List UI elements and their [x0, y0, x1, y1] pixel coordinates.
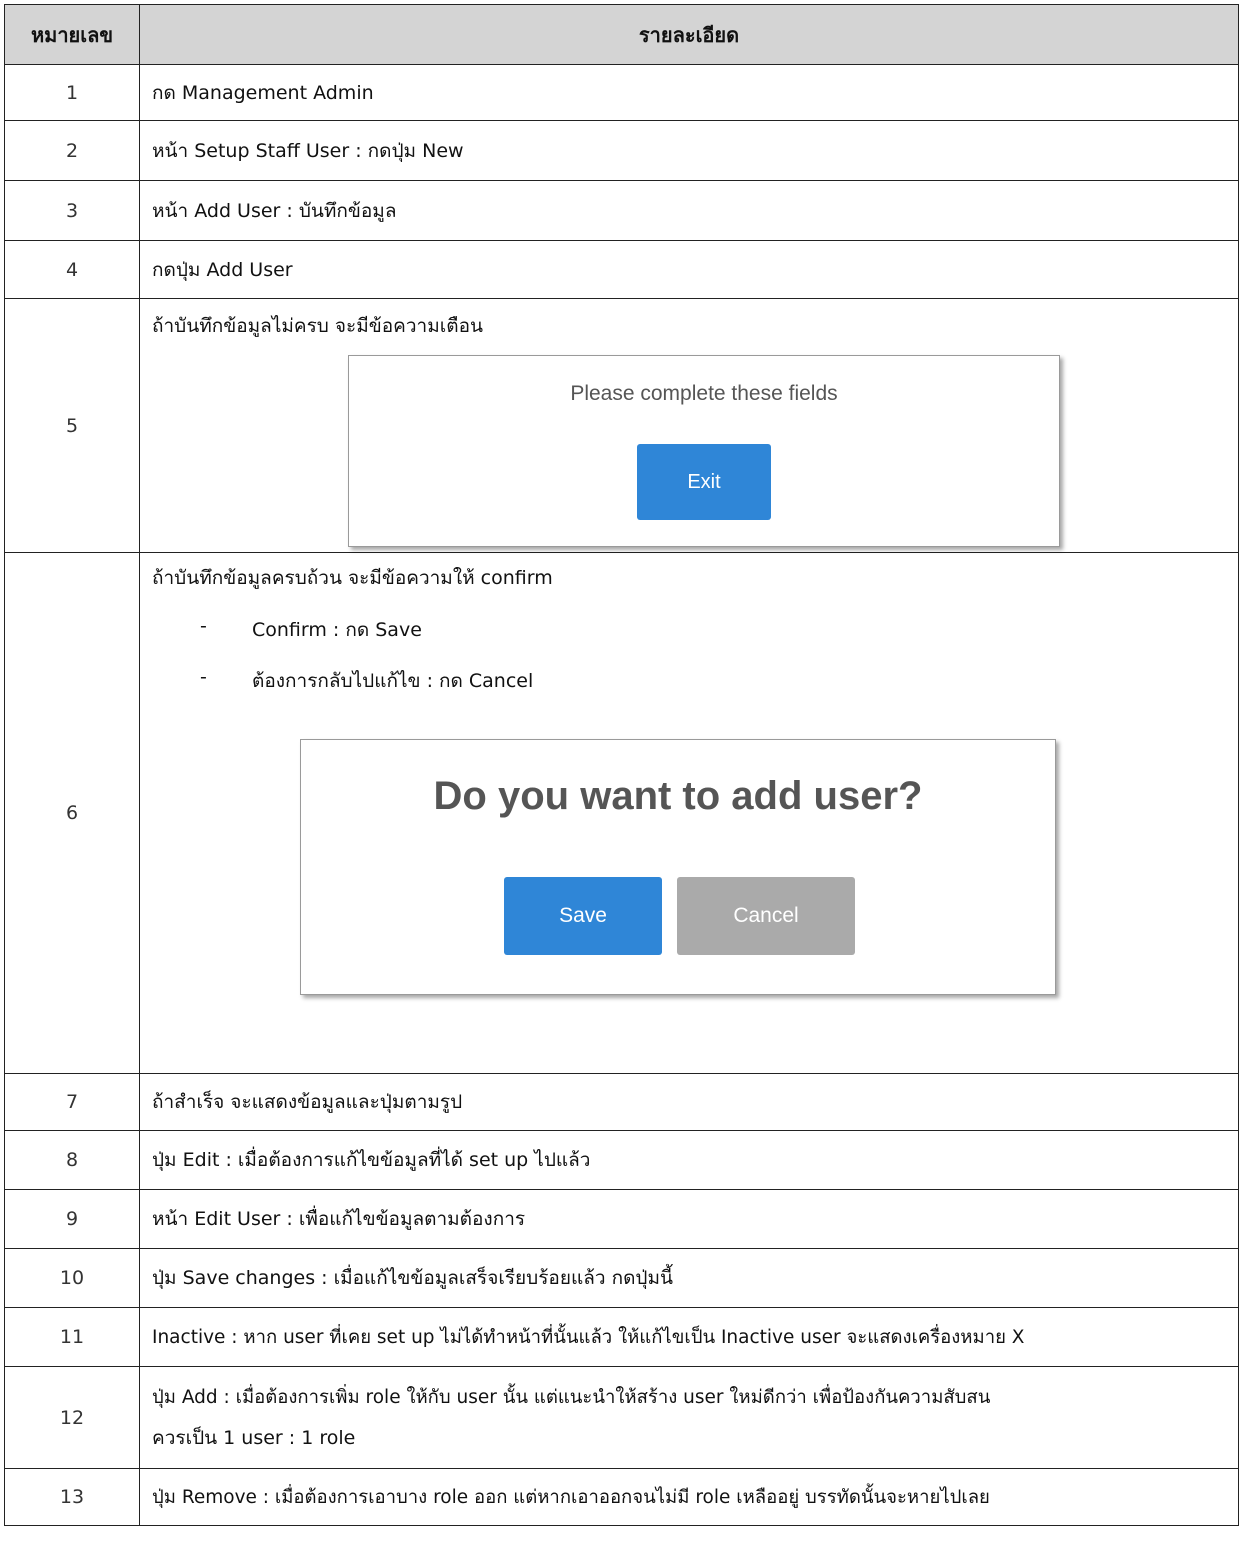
row-number: 12	[4, 1366, 140, 1469]
row-detail: ปุ่ม Remove : เมื่อต้องการเอาบาง role ออ…	[139, 1468, 1239, 1526]
table-row: 4 กดปุ่ม Add User	[4, 240, 1239, 299]
bullet-marker: -	[200, 666, 207, 688]
row-detail-text: ถ้าบันทึกข้อมูลครบถ้วน จะมีข้อความให้ co…	[152, 567, 553, 589]
row-detail: ถ้าบันทึกข้อมูลครบถ้วน จะมีข้อความให้ co…	[139, 552, 1239, 1074]
row-number: 4	[4, 240, 140, 299]
table-row: 6 ถ้าบันทึกข้อมูลครบถ้วน จะมีข้อความให้ …	[4, 552, 1239, 1074]
confirm-dialog: Do you want to add user? Save Cancel	[300, 739, 1056, 995]
steps-table: หมายเลข รายละเอียด 1 กด Management Admin…	[4, 4, 1239, 1526]
header-detail: รายละเอียด	[139, 4, 1239, 65]
cancel-button[interactable]: Cancel	[677, 877, 855, 955]
row-number: 5	[4, 298, 140, 553]
row-detail: หน้า Setup Staff User : กดปุ่ม New	[139, 120, 1239, 181]
row-number: 6	[4, 552, 140, 1074]
row-detail-line: ควรเป็น 1 user : 1 role	[152, 1426, 356, 1449]
table-row: 10 ปุ่ม Save changes : เมื่อแก้ไขข้อมูลเ…	[4, 1248, 1239, 1308]
header-number: หมายเลข	[4, 4, 140, 65]
row-number: 7	[4, 1073, 140, 1131]
row-detail: ถ้าสำเร็จ จะแสดงข้อมูลและปุ่มตามรูป	[139, 1073, 1239, 1131]
table-row: 8 ปุ่ม Edit : เมื่อต้องการแก้ไขข้อมูลที่…	[4, 1130, 1239, 1190]
row-detail-line: ปุ่ม Add : เมื่อต้องการเพิ่ม role ให้กับ…	[152, 1386, 991, 1408]
bullet-item: - ต้องการกลับไปแก้ไข : กด Cancel	[200, 666, 533, 696]
warning-dialog: Please complete these fields Exit	[348, 355, 1060, 547]
table-row: 9 หน้า Edit User : เพื่อแก้ไขข้อมูลตามต้…	[4, 1189, 1239, 1249]
confirm-question: Do you want to add user?	[433, 774, 923, 818]
row-detail: ถ้าบันทึกข้อมูลไม่ครบ จะมีข้อความเตือน P…	[139, 298, 1239, 553]
table-row: 12 ปุ่ม Add : เมื่อต้องการเพิ่ม role ให้…	[4, 1366, 1239, 1469]
table-row: 11 Inactive : หาก user ที่เคย set up ไม่…	[4, 1307, 1239, 1367]
row-number: 3	[4, 180, 140, 241]
bullet-marker: -	[200, 615, 207, 637]
table-row: 3 หน้า Add User : บันทึกข้อมูล	[4, 180, 1239, 241]
row-detail: ปุ่ม Add : เมื่อต้องการเพิ่ม role ให้กับ…	[139, 1366, 1239, 1469]
bullet-item: - Confirm : กด Save	[200, 615, 422, 645]
bullet-text: Confirm : กด Save	[252, 619, 422, 641]
table-row: 2 หน้า Setup Staff User : กดปุ่ม New	[4, 120, 1239, 181]
row-number: 9	[4, 1189, 140, 1249]
row-detail: กด Management Admin	[139, 64, 1239, 121]
bullet-text: ต้องการกลับไปแก้ไข : กด Cancel	[252, 670, 534, 692]
row-detail: กดปุ่ม Add User	[139, 240, 1239, 299]
save-button[interactable]: Save	[504, 877, 662, 955]
row-detail-text: ถ้าบันทึกข้อมูลไม่ครบ จะมีข้อความเตือน	[152, 315, 483, 337]
table-row: 1 กด Management Admin	[4, 64, 1239, 121]
row-detail: หน้า Edit User : เพื่อแก้ไขข้อมูลตามต้อง…	[139, 1189, 1239, 1249]
row-detail: หน้า Add User : บันทึกข้อมูล	[139, 180, 1239, 241]
row-number: 8	[4, 1130, 140, 1190]
table-row: 7 ถ้าสำเร็จ จะแสดงข้อมูลและปุ่มตามรูป	[4, 1073, 1239, 1131]
row-detail: Inactive : หาก user ที่เคย set up ไม่ได้…	[139, 1307, 1239, 1367]
exit-button[interactable]: Exit	[637, 444, 771, 520]
table-row: 5 ถ้าบันทึกข้อมูลไม่ครบ จะมีข้อความเตือน…	[4, 298, 1239, 553]
table-row: 13 ปุ่ม Remove : เมื่อต้องการเอาบาง role…	[4, 1468, 1239, 1526]
row-number: 10	[4, 1248, 140, 1308]
row-number: 13	[4, 1468, 140, 1526]
row-number: 2	[4, 120, 140, 181]
row-number: 1	[4, 64, 140, 121]
row-detail: ปุ่ม Edit : เมื่อต้องการแก้ไขข้อมูลที่ได…	[139, 1130, 1239, 1190]
row-detail: ปุ่ม Save changes : เมื่อแก้ไขข้อมูลเสร็…	[139, 1248, 1239, 1308]
row-number: 11	[4, 1307, 140, 1367]
warning-message: Please complete these fields	[570, 382, 838, 405]
table-header-row: หมายเลข รายละเอียด	[4, 4, 1239, 65]
